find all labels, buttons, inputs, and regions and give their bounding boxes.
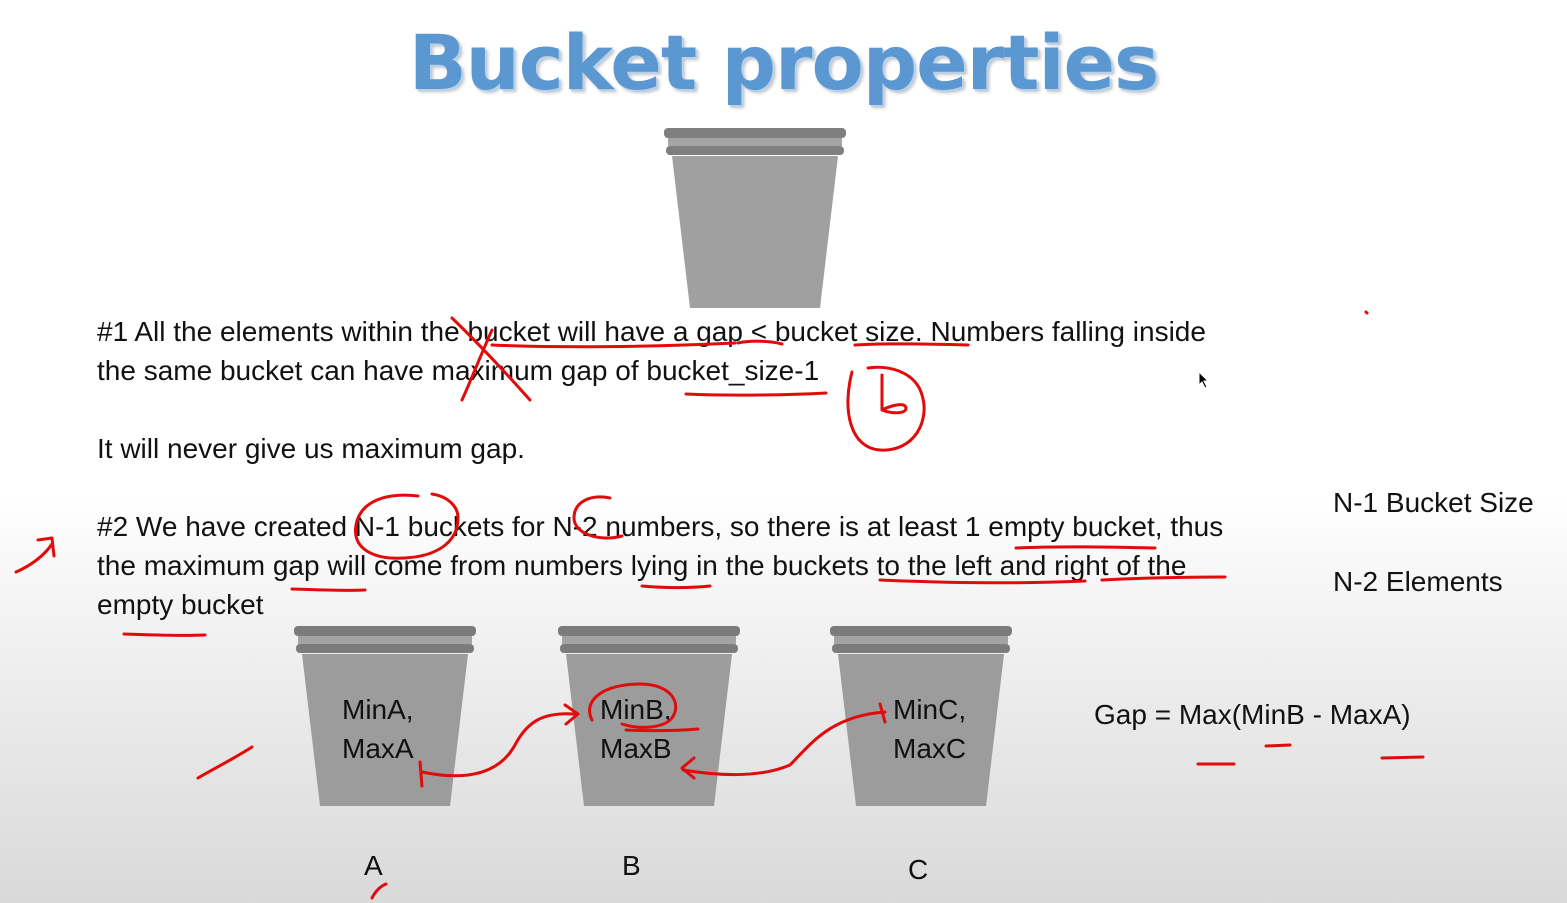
bucket-c-letter: C [908,854,929,885]
property-2-line-2: the maximum gap will come from numbers l… [97,550,1187,581]
bucket-b-letter: B [622,850,641,881]
property-2-line-1: #2 We have created N-1 buckets for N-2 n… [97,511,1224,542]
ink-underline [684,391,828,397]
ink-mark [1364,310,1369,315]
property-1-line-2: the same bucket can have maximum gap of … [97,355,820,386]
ink-mark [196,745,254,780]
bucket-a-values: MinA, MaxA [342,690,414,768]
bucket-a-max: MaxA [342,733,414,764]
elements-note: N-2 Elements [1333,566,1503,597]
ink-arrow-head [36,536,56,558]
ink-mark [370,882,388,900]
property-1-line-1: #1 All the elements within the bucket wi… [97,316,1206,347]
bucket-b-max: MaxB [600,733,672,764]
slide-title: Bucket properties [408,18,1160,107]
ink-underline [1264,743,1292,748]
bucket-c-values: MinC, MaxC [893,690,966,768]
gap-formula: Gap = Max(MinB - MaxA) [1094,699,1411,730]
property-2-line-3: empty bucket [97,589,264,620]
property-1-text: #1 All the elements within the bucket wi… [97,312,1297,390]
cursor-icon [1198,371,1210,389]
bucket-b-min: MinB, [600,694,672,725]
bucket-size-note: N-1 Bucket Size [1333,487,1534,518]
ink-underline [1380,755,1425,760]
bucket-a-min: MinA, [342,694,414,725]
bucket-icon [664,128,846,308]
bucket-b-values: MinB, MaxB [600,690,672,768]
ink-arrow [14,542,54,574]
bucket-c-max: MaxC [893,733,967,764]
ink-underline [122,632,207,637]
bucket-a-letter: A [364,850,383,881]
bucket-c-min: MinC, [893,694,967,725]
conclusion-text: It will never give us maximum gap. [97,433,525,464]
property-2-text: #2 We have created N-1 buckets for N-2 n… [97,507,1297,624]
